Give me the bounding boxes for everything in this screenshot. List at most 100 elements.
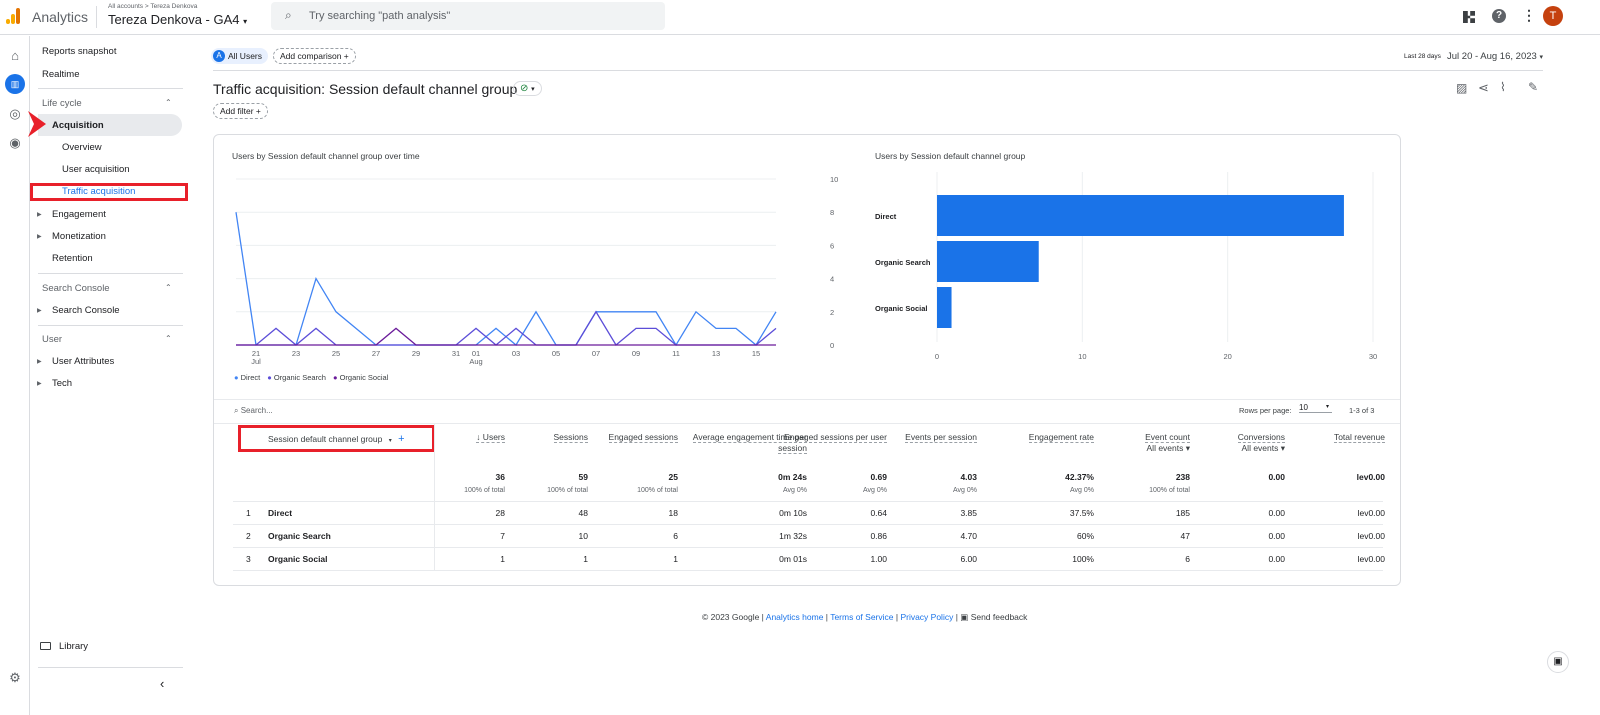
y-tick-label: 4	[830, 275, 834, 284]
breadcrumb[interactable]: All accounts > Tereza Denkova	[108, 3, 197, 10]
collapse-sidebar-icon[interactable]: ‹	[160, 676, 164, 691]
property-selector[interactable]: Tereza Denkova - GA4 ▾	[108, 12, 247, 27]
total-value: 25	[668, 472, 678, 482]
sidebar-item-acquisition[interactable]: Acquisition	[38, 114, 182, 136]
column-divider	[434, 424, 435, 571]
chevron-up-icon[interactable]: ⌃	[165, 98, 172, 107]
chevron-up-icon[interactable]: ⌃	[165, 334, 172, 343]
cell-value: 0.00	[1268, 508, 1285, 518]
more-vert-icon[interactable]: ⋮	[1522, 7, 1536, 24]
send-feedback-link[interactable]: Send feedback	[971, 612, 1028, 622]
sidebar-item-engagement[interactable]: Engagement	[52, 209, 106, 220]
add-filter-button[interactable]: Add filter +	[213, 103, 268, 119]
row-divider	[233, 501, 1383, 502]
cell-value: 4.70	[960, 531, 977, 541]
report-status-button[interactable]: ⊘ ▾	[513, 81, 542, 96]
rows-per-page-select[interactable]: 10 ▾	[1299, 403, 1332, 413]
table-search-input[interactable]: ⌕ Search...	[234, 406, 273, 416]
legend-organic-search[interactable]: ● Organic Search	[267, 373, 326, 382]
divider	[96, 6, 97, 28]
sidebar-item-traffic-acquisition[interactable]: Traffic acquisition	[62, 186, 135, 197]
row-dimension-value[interactable]: Organic Search	[268, 531, 331, 541]
cell-value: 7	[500, 531, 505, 541]
analytics-home-link[interactable]: Analytics home	[766, 612, 824, 622]
sidebar-item-tech[interactable]: Tech	[52, 378, 72, 389]
legend-direct[interactable]: ● Direct	[234, 373, 260, 382]
pagination-label: 1-3 of 3	[1349, 406, 1375, 415]
sidebar-item-reports-snapshot[interactable]: Reports snapshot	[42, 46, 116, 57]
sidebar-item-search-console[interactable]: Search Console	[52, 305, 120, 316]
cell-value: 1	[500, 554, 505, 564]
feedback-icon: ▣	[960, 612, 969, 622]
row-divider	[233, 524, 1383, 525]
x-tick-label: 05	[552, 349, 560, 358]
divider	[214, 399, 1400, 400]
cell-value: 3.85	[960, 508, 977, 518]
caret-down-icon: ▾	[243, 17, 248, 26]
total-subtext: 100% of total	[464, 487, 505, 494]
segment-chip[interactable]: A All Users	[211, 48, 269, 64]
column-header[interactable]: Total revenue	[1265, 432, 1385, 443]
folder-icon	[40, 642, 51, 650]
sidebar-item-library[interactable]: Library	[59, 641, 88, 652]
total-value: 0.69	[870, 472, 887, 482]
avatar[interactable]: T	[1543, 6, 1563, 26]
sidebar-item-retention[interactable]: Retention	[52, 253, 93, 264]
series-line-organic-search	[236, 310, 777, 346]
cell-value: 60%	[1076, 531, 1094, 541]
insights-icon[interactable]: ⌇	[1500, 80, 1506, 94]
feedback-chat-button[interactable]: ▣	[1547, 651, 1569, 673]
sidebar-item-overview[interactable]: Overview	[62, 142, 102, 153]
row-dimension-value[interactable]: Organic Social	[268, 554, 328, 564]
section-life-cycle[interactable]: Life cycle	[42, 98, 82, 109]
rows-per-page-value: 10	[1299, 403, 1308, 412]
add-comparison-label: Add comparison	[280, 51, 342, 61]
help-icon[interactable]: ?	[1492, 9, 1506, 23]
explore-icon[interactable]: ◎	[5, 104, 25, 124]
y-tick-label: 2	[830, 308, 834, 317]
x-tick-label: 11	[672, 349, 680, 358]
chevron-up-icon[interactable]: ⌃	[165, 283, 172, 292]
search-input[interactable]: ⌕ Try searching "path analysis"	[271, 2, 665, 30]
sidebar-item-monetization[interactable]: Monetization	[52, 231, 106, 242]
home-icon[interactable]: ⌂	[5, 46, 25, 66]
apps-grid-icon[interactable]	[1463, 11, 1475, 23]
x-tick-label: 31	[452, 349, 460, 358]
divider	[38, 88, 183, 89]
edit-pencil-icon[interactable]: ✎	[1528, 80, 1538, 94]
privacy-policy-link[interactable]: Privacy Policy	[900, 612, 953, 622]
total-value: 36	[495, 472, 505, 482]
sidebar-item-user-acquisition[interactable]: User acquisition	[62, 164, 130, 175]
app-name: Analytics	[32, 9, 89, 25]
x-tick-label: 07	[592, 349, 600, 358]
section-search-console[interactable]: Search Console	[42, 283, 110, 294]
reports-icon[interactable]: ▥	[5, 74, 25, 94]
terms-of-service-link[interactable]: Terms of Service	[830, 612, 893, 622]
bar-organic-social	[937, 287, 952, 328]
date-range-picker[interactable]: Jul 20 - Aug 16, 2023 ▾	[1447, 51, 1543, 62]
cell-value: 0.64	[870, 508, 887, 518]
column-header[interactable]: Events per session	[857, 432, 977, 443]
caret-down-icon: ▾	[531, 86, 535, 93]
sidebar-item-realtime[interactable]: Realtime	[42, 69, 80, 80]
date-range-value: Jul 20 - Aug 16, 2023	[1447, 51, 1537, 62]
add-comparison-button[interactable]: Add comparison +	[273, 48, 356, 64]
legend-organic-social[interactable]: ● Organic Social	[333, 373, 388, 382]
search-icon: ⌕	[234, 406, 239, 415]
column-header[interactable]: Engaged sessions	[558, 432, 678, 443]
row-dimension-value[interactable]: Direct	[268, 508, 292, 518]
dimension-header-label: Session default channel group	[268, 434, 383, 444]
settings-gear-icon[interactable]: ⚙	[5, 668, 25, 688]
customize-report-icon[interactable]: ▨	[1456, 81, 1467, 95]
advertising-icon[interactable]: ◉	[5, 133, 25, 153]
share-icon[interactable]: ⋖	[1478, 80, 1489, 96]
search-placeholder: Try searching "path analysis"	[309, 10, 451, 22]
table-search-placeholder: Search...	[240, 406, 273, 415]
sidebar-item-user-attributes[interactable]: User Attributes	[52, 356, 114, 367]
cell-value: 6	[1185, 554, 1190, 564]
row-number: 1	[246, 508, 251, 518]
section-user[interactable]: User	[42, 334, 62, 345]
total-subtext: Avg 0%	[783, 487, 807, 494]
segment-badge: A	[213, 50, 225, 62]
copyright: © 2023 Google |	[702, 612, 764, 622]
